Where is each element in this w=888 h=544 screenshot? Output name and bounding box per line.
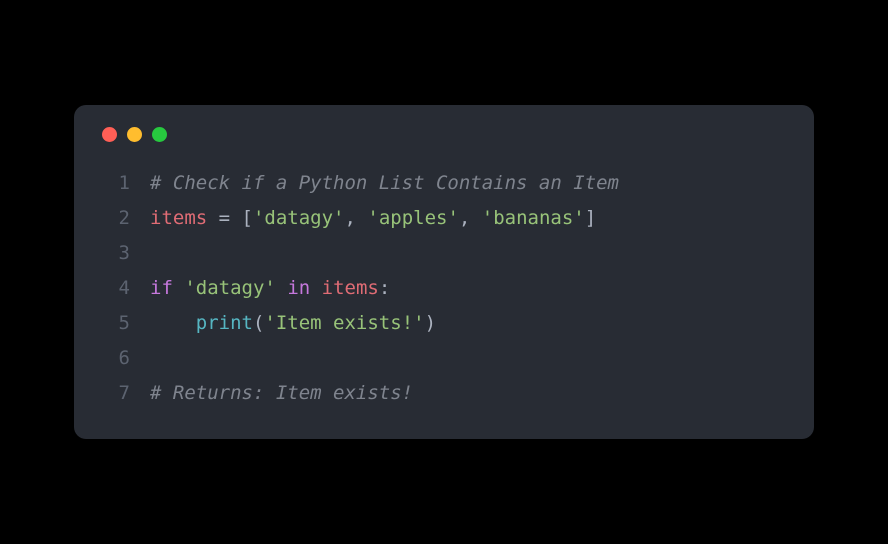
code-token: 'bananas'	[482, 207, 585, 229]
line-content: # Returns: Item exists!	[130, 376, 413, 411]
code-line: 7 # Returns: Item exists!	[98, 376, 790, 411]
code-window: 1 # Check if a Python List Contains an It…	[74, 105, 814, 440]
traffic-light-yellow	[127, 127, 142, 142]
code-token	[276, 277, 287, 299]
traffic-lights	[98, 127, 790, 142]
line-content: items = ['datagy', 'apples', 'bananas']	[130, 201, 596, 236]
line-number: 5	[98, 306, 130, 341]
code-token: if	[150, 277, 173, 299]
code-token: ]	[585, 207, 596, 229]
code-token: 'Item exists!'	[264, 312, 424, 334]
code-token	[310, 277, 321, 299]
code-token: items	[322, 277, 379, 299]
code-line: 5 print('Item exists!')	[98, 306, 790, 341]
line-number: 6	[98, 341, 130, 376]
line-content: print('Item exists!')	[130, 306, 436, 341]
code-token: ,	[459, 207, 482, 229]
code-token: )	[425, 312, 436, 334]
code-token: =	[207, 207, 241, 229]
traffic-light-red	[102, 127, 117, 142]
code-token	[150, 312, 196, 334]
code-line: 4if 'datagy' in items:	[98, 271, 790, 306]
code-line: 2items = ['datagy', 'apples', 'bananas']	[98, 201, 790, 236]
code-token: # Returns: Item exists!	[150, 382, 413, 404]
line-content	[130, 236, 150, 271]
code-body: 1 # Check if a Python List Contains an It…	[98, 166, 790, 412]
line-content: # Check if a Python List Contains an Ite…	[130, 166, 619, 201]
line-content: if 'datagy' in items:	[130, 271, 390, 306]
code-token: # Check if a Python List Contains an Ite…	[150, 172, 619, 194]
code-token: in	[287, 277, 310, 299]
line-number: 1	[98, 166, 130, 201]
line-number: 7	[98, 376, 130, 411]
code-line: 3	[98, 236, 790, 271]
code-token: items	[150, 207, 207, 229]
code-token: print	[196, 312, 253, 334]
traffic-light-green	[152, 127, 167, 142]
code-line: 6	[98, 341, 790, 376]
code-line: 1 # Check if a Python List Contains an It…	[98, 166, 790, 201]
code-token: 'datagy'	[184, 277, 276, 299]
code-token: 'apples'	[367, 207, 459, 229]
line-content	[130, 341, 150, 376]
code-token: 'datagy'	[253, 207, 345, 229]
code-token: (	[253, 312, 264, 334]
code-token	[173, 277, 184, 299]
code-token: :	[379, 277, 390, 299]
line-number: 2	[98, 201, 130, 236]
line-number: 3	[98, 236, 130, 271]
line-number: 4	[98, 271, 130, 306]
code-token: ,	[345, 207, 368, 229]
code-token: [	[242, 207, 253, 229]
